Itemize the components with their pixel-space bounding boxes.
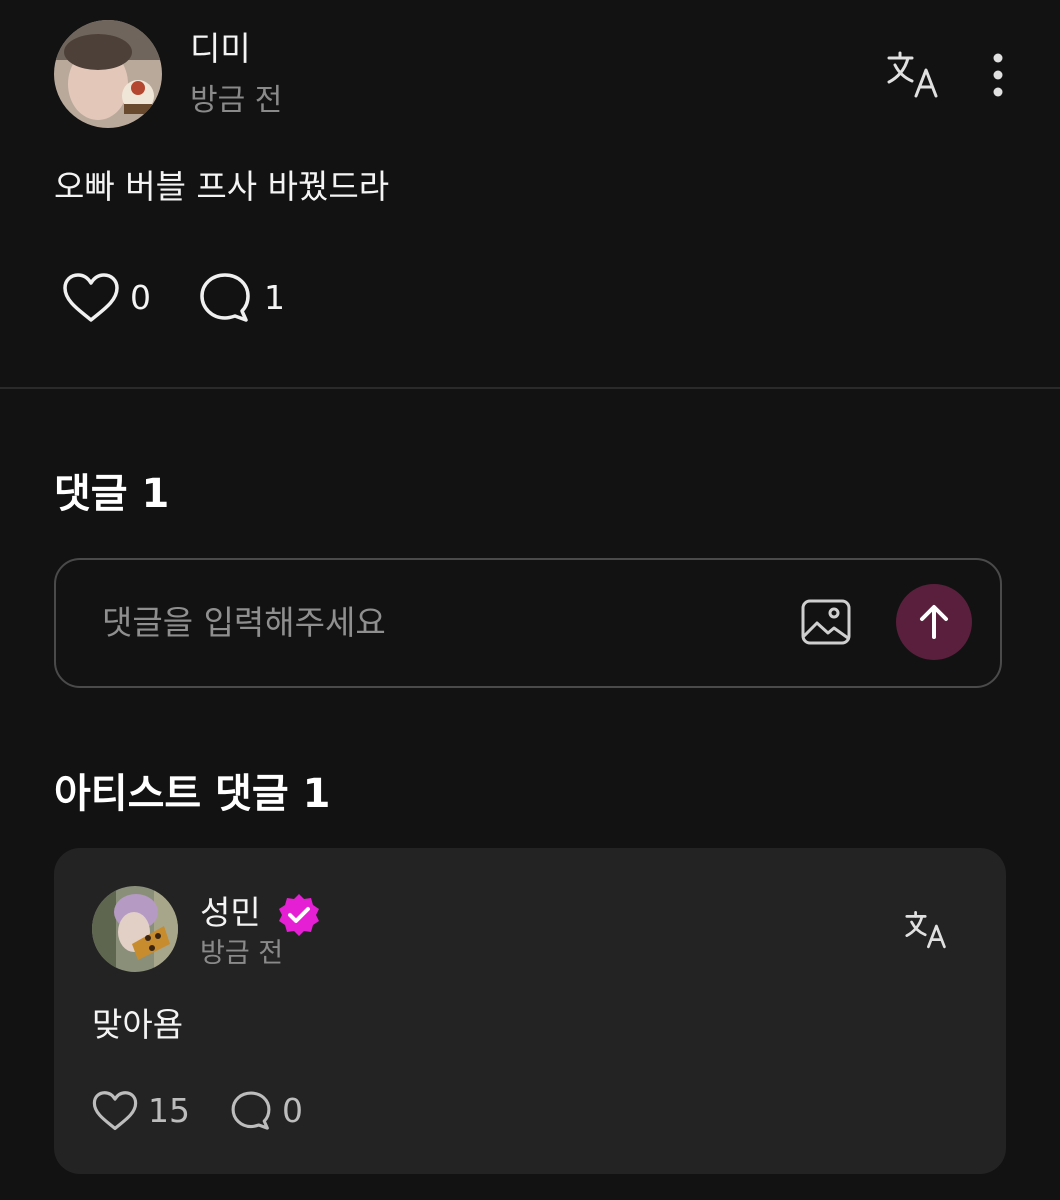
post-like-count: 0 xyxy=(130,278,151,317)
comment-bubble-icon[interactable] xyxy=(230,1090,272,1132)
heart-icon[interactable] xyxy=(92,1090,138,1132)
post-author-avatar[interactable] xyxy=(54,20,162,128)
image-icon[interactable] xyxy=(800,598,852,646)
artist-comment-reply-count: 0 xyxy=(282,1091,303,1130)
comment-bubble-icon[interactable] xyxy=(198,272,252,324)
post-author-name[interactable]: 디미 xyxy=(190,32,251,65)
post-timestamp: 방금 전 xyxy=(190,83,283,118)
artist-comment-text: 맞아욤 xyxy=(92,1005,184,1044)
comment-input-placeholder[interactable]: 댓글을 입력해주세요 xyxy=(102,606,386,639)
section-divider xyxy=(0,387,1060,389)
artist-avatar[interactable] xyxy=(92,886,178,972)
artist-name[interactable]: 성민 xyxy=(200,896,261,929)
comment-input-box[interactable]: 댓글을 입력해주세요 xyxy=(54,558,1002,688)
post-text: 오빠 버블 프사 바꿨드라 xyxy=(54,167,390,206)
verified-badge-icon xyxy=(276,892,322,938)
send-button[interactable] xyxy=(896,584,972,660)
artist-comments-title: 아티스트 댓글 1 xyxy=(54,771,331,817)
comments-title: 댓글 1 xyxy=(54,471,170,517)
more-vertical-icon[interactable] xyxy=(986,52,1010,98)
translate-icon[interactable] xyxy=(904,910,948,950)
artist-comment-timestamp: 방금 전 xyxy=(200,938,284,969)
heart-icon[interactable] xyxy=(62,272,120,324)
artist-comment-card: 성민 방금 전 맞아욤 15 0 xyxy=(54,848,1006,1174)
post-comment-count: 1 xyxy=(264,278,285,317)
artist-comment-like-count: 15 xyxy=(148,1091,190,1130)
translate-icon[interactable] xyxy=(886,50,940,100)
arrow-up-icon xyxy=(920,605,948,639)
